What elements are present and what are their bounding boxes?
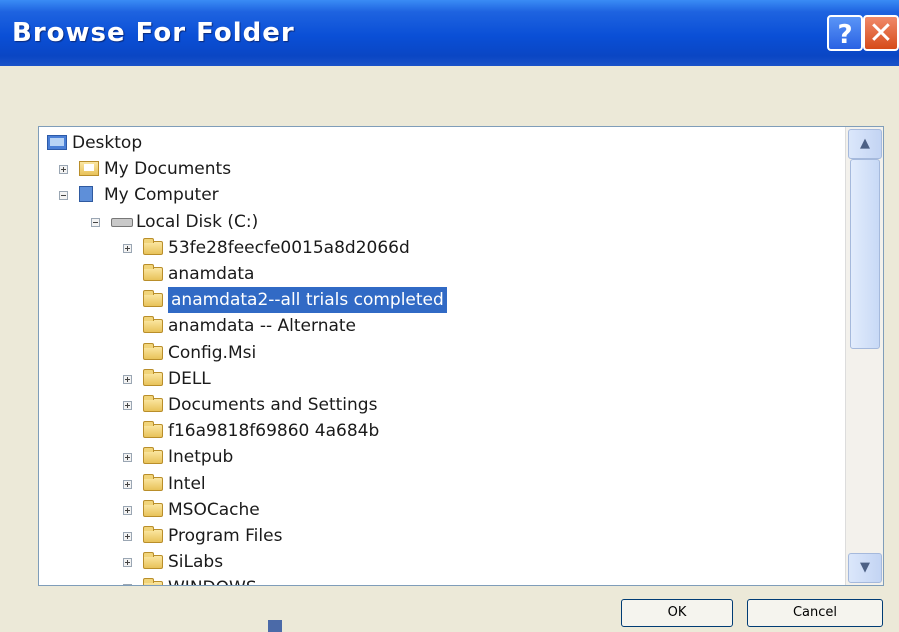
- collapse-icon[interactable]: [91, 217, 100, 227]
- scroll-down-button[interactable]: ▼: [848, 553, 882, 583]
- expand-icon[interactable]: [123, 243, 132, 253]
- tree-item-label: anamdata -- Alternate: [168, 316, 357, 337]
- tree-item-14[interactable]: MSOCache: [39, 497, 845, 523]
- tree-item-1[interactable]: My Documents: [39, 156, 845, 182]
- expand-icon[interactable]: [59, 165, 68, 175]
- my-computer-icon: [79, 186, 93, 203]
- folder-icon: [143, 552, 163, 570]
- folder-icon: [143, 290, 163, 308]
- tree-item-label: My Documents: [104, 159, 232, 180]
- expand-icon[interactable]: [123, 532, 132, 541]
- tree-item-15[interactable]: Program Files: [39, 523, 845, 549]
- cancel-button[interactable]: Cancel: [747, 599, 883, 627]
- folder-icon: [143, 473, 163, 491]
- tree-item-4[interactable]: 53fe28feecfe0015a8d2066d: [39, 235, 845, 261]
- tree-item-label: Program Files: [168, 526, 283, 546]
- tree-item-3[interactable]: Local Disk (C:): [39, 209, 845, 235]
- folder-icon: [143, 526, 163, 543]
- tree-item-label: Inetpub: [168, 447, 234, 468]
- collapse-icon[interactable]: [59, 191, 68, 201]
- expand-icon[interactable]: [123, 584, 132, 585]
- vertical-scrollbar[interactable]: ▲ ▼: [845, 127, 883, 585]
- tree-item-11[interactable]: f16a9818f69860 4a684b: [39, 418, 845, 444]
- expand-icon[interactable]: [123, 479, 132, 489]
- tree-item-0[interactable]: Desktop: [39, 130, 845, 156]
- dialog-title: Browse For Folder: [12, 18, 295, 48]
- scroll-up-button[interactable]: ▲: [848, 129, 882, 159]
- scroll-thumb[interactable]: [850, 159, 880, 349]
- folder-icon: [143, 421, 163, 439]
- folder-icon: [143, 316, 163, 334]
- tree-item-2[interactable]: My Computer: [39, 182, 845, 208]
- tree-item-label: f16a9818f69860 4a684b: [168, 421, 380, 442]
- tree-item-label: Desktop: [72, 133, 143, 153]
- expand-icon[interactable]: [123, 505, 132, 515]
- folder-icon: [143, 578, 163, 585]
- tree-item-label: anamdata: [168, 264, 255, 284]
- folder-icon: [143, 499, 163, 517]
- tree-item-label: Local Disk (C:): [136, 211, 259, 232]
- title-bar: Browse For Folder ? ✕: [0, 0, 899, 66]
- tree-item-label: MSOCache: [168, 499, 260, 520]
- expand-icon[interactable]: [123, 558, 132, 568]
- folder-icon: [143, 447, 163, 465]
- my-documents-icon: [79, 161, 99, 177]
- close-button[interactable]: ✕: [863, 15, 899, 51]
- tree-item-label: My Computer: [104, 185, 219, 206]
- folder-icon: [143, 395, 163, 412]
- tree-item-13[interactable]: Intel: [39, 471, 845, 497]
- tree-item-16[interactable]: SiLabs: [39, 549, 845, 575]
- tree-item-10[interactable]: Documents and Settings: [39, 392, 845, 418]
- resize-grip: [268, 620, 282, 632]
- expand-icon[interactable]: [123, 453, 132, 463]
- tree-item-label: Intel: [168, 473, 206, 494]
- tree-item-label: DELL: [168, 368, 211, 389]
- tree-item-label: Documents and Settings: [168, 395, 378, 415]
- ok-button[interactable]: OK: [621, 599, 733, 627]
- tree-item-12[interactable]: Inetpub: [39, 444, 845, 470]
- tree-item-7[interactable]: anamdata -- Alternate: [39, 313, 845, 339]
- tree-item-5[interactable]: anamdata: [39, 261, 845, 287]
- folder-icon: [143, 342, 163, 360]
- tree-item-label: anamdata2--all trials completed: [168, 287, 447, 314]
- tree-item-label: SiLabs: [168, 552, 224, 573]
- help-button[interactable]: ?: [827, 15, 863, 51]
- tree-item-label: 53fe28feecfe0015a8d2066d: [168, 237, 410, 258]
- tree-item-9[interactable]: DELL: [39, 366, 845, 392]
- folder-tree[interactable]: Desktop My Documents My Computer Local Disk…: [38, 126, 884, 586]
- expand-icon[interactable]: [123, 374, 132, 384]
- folder-icon: [143, 237, 163, 255]
- expand-icon[interactable]: [123, 401, 132, 410]
- local-disk-icon: [111, 217, 133, 227]
- tree-item-6[interactable]: anamdata2--all trials completed: [39, 287, 845, 314]
- tree-item-17[interactable]: WINDOWS: [39, 575, 845, 585]
- folder-icon: [143, 264, 163, 281]
- folder-icon: [143, 368, 163, 386]
- tree-item-8[interactable]: Config.Msi: [39, 340, 845, 366]
- desktop-icon: [47, 135, 67, 150]
- tree-item-label: WINDOWS: [168, 575, 257, 585]
- tree-item-label: Config.Msi: [168, 342, 257, 363]
